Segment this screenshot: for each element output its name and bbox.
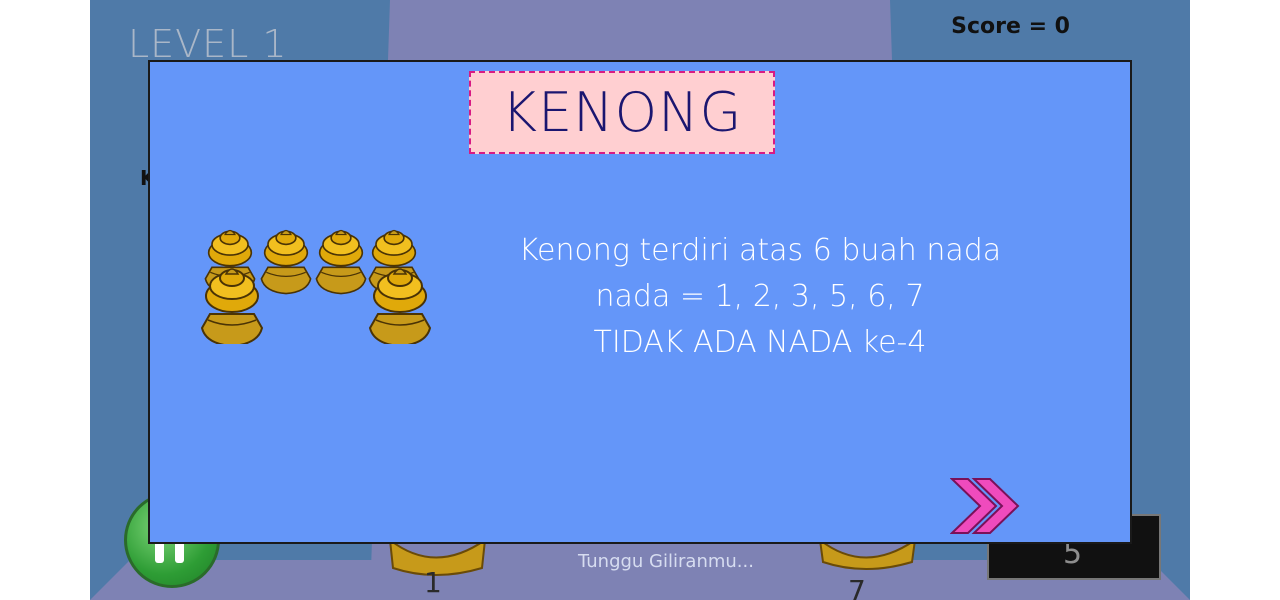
kenong-instrument-image [201,229,431,344]
dialog-title-box: KENONG [469,71,775,154]
pause-bar-right [175,541,184,563]
gong-3 [315,229,367,295]
turn-status: Tunggu Giliranmu... [578,551,754,572]
note-label-right: 7 [848,574,866,600]
note-label-left: 1 [424,566,442,599]
info-line-2: nada = 1, 2, 3, 5, 6, 7 [595,279,925,314]
info-text: Kenong terdiri atas 6 buah nada nada = 1… [450,228,1070,366]
score-label: Score = 0 [951,14,1070,39]
instrument-info-dialog: KENONG Kenong terdiri atas 6 buah nada n… [148,60,1132,544]
info-line-3: TIDAK ADA NADA ke-4 [593,325,927,360]
dialog-title: KENONG [501,81,743,144]
gong-5 [201,268,263,344]
gong-2 [260,229,312,295]
double-chevron-right-icon[interactable] [950,475,1020,537]
pause-bar-left [155,541,164,563]
info-line-1: Kenong terdiri atas 6 buah nada [518,233,1002,268]
gong-6 [369,268,431,344]
